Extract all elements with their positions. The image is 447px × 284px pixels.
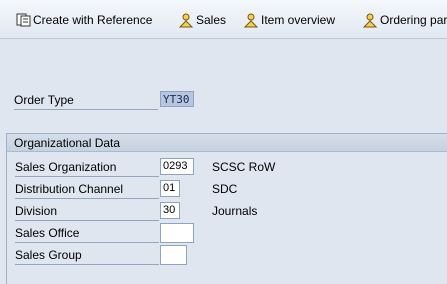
sales-organization-label: Sales Organization xyxy=(15,158,159,177)
create-with-reference-label: Create with Reference xyxy=(33,13,153,27)
sales-button[interactable]: Sales xyxy=(178,11,226,29)
application-toolbar: Create with Reference Sales Item overvie… xyxy=(0,0,447,39)
organizational-data-group: Organizational Data Sales Organization 0… xyxy=(6,133,447,284)
sales-organization-description: SCSC RoW xyxy=(212,160,276,174)
distribution-channel-input[interactable]: 01 xyxy=(160,180,180,197)
distribution-channel-description: SDC xyxy=(212,182,238,196)
organizational-data-title: Organizational Data xyxy=(7,134,447,152)
ordering-party-label: Ordering par xyxy=(380,13,447,27)
sales-office-input[interactable] xyxy=(160,223,194,243)
sales-group-input[interactable] xyxy=(160,245,187,265)
distribution-channel-label: Distribution Channel xyxy=(15,180,159,199)
division-description: Journals xyxy=(212,204,258,218)
item-overview-button[interactable]: Item overview xyxy=(243,11,335,29)
sales-office-label: Sales Office xyxy=(15,224,159,243)
order-type-label: Order Type xyxy=(14,91,158,110)
create-with-reference-button[interactable]: Create with Reference xyxy=(16,11,152,29)
sales-label: Sales xyxy=(196,13,227,27)
sales-organization-input[interactable]: 0293 xyxy=(160,158,194,175)
ordering-party-button[interactable]: Ordering par xyxy=(362,11,447,29)
item-overview-label: Item overview xyxy=(261,13,336,27)
person-icon xyxy=(362,13,378,27)
division-input[interactable]: 30 xyxy=(160,202,180,219)
person-icon xyxy=(243,13,259,27)
order-type-field[interactable]: YT30 xyxy=(160,91,194,107)
division-label: Division xyxy=(15,202,159,221)
sales-group-label: Sales Group xyxy=(15,246,159,265)
copy-document-icon xyxy=(16,13,31,27)
person-icon xyxy=(178,13,194,27)
